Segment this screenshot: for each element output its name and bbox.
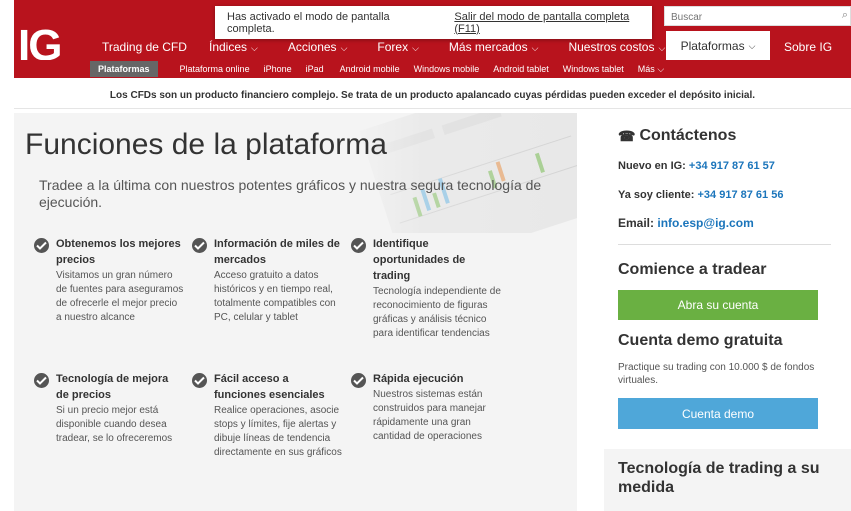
tech-promo: Tecnología de trading a su medida (604, 449, 851, 511)
subnav-item-plataforma-online[interactable]: Plataforma online (180, 64, 250, 74)
open-account-button[interactable]: Abra su cuenta (618, 290, 818, 320)
subnav-item-android-mobile[interactable]: Android mobile (340, 64, 400, 74)
check-circle-icon (351, 238, 366, 253)
feature-title: Tecnología de mejora de precios (56, 373, 169, 401)
feature-item: Información de miles de mercados Acceso … (192, 236, 342, 325)
subnav-more-label: Más (637, 63, 655, 74)
demo-heading: Cuenta demo gratuita (618, 332, 783, 349)
chevron-down-icon: ⌵ (748, 40, 756, 51)
fullscreen-notice: Has activado el modo de pantalla complet… (215, 6, 652, 39)
sidebar-divider (618, 244, 831, 245)
page-subtitle: Tradee a la última con nuestros potentes… (39, 177, 542, 210)
nav-label: Más mercados (448, 40, 528, 54)
feature-description: Si un precio mejor está disponible cuand… (56, 405, 173, 444)
chevron-down-icon: ⌵ (658, 43, 666, 53)
feature-item: Tecnología de mejora de precios Si un pr… (34, 371, 184, 446)
nav-label: Plataformas (680, 39, 745, 53)
feature-description: Realice operaciones, asocie stops y lími… (214, 405, 342, 458)
contact-email-label: Email: (618, 216, 655, 230)
tech-heading: Tecnología de trading a su medida (618, 460, 820, 496)
contact-title: Contáctenos (639, 127, 737, 144)
subnav-item-android-tablet[interactable]: Android tablet (493, 64, 549, 74)
check-circle-icon (34, 373, 49, 388)
main-content: Funciones de la plataforma Tradee a la ú… (14, 113, 577, 511)
feature-description: Nuestros sistemas están construidos para… (373, 389, 486, 442)
nav-item-plataformas[interactable]: Plataformas ⌵ (666, 31, 770, 61)
contact-heading: ☎ Contáctenos (618, 127, 736, 145)
feature-item: Obtenemos los mejores precios Visitamos … (34, 236, 184, 325)
feature-description: Visitamos un gran número de fuentes para… (56, 270, 184, 323)
contact-email-link[interactable]: info.esp@ig.com (657, 216, 753, 230)
chevron-down-icon: ⌵ (340, 43, 348, 53)
subnav: Plataformas Plataforma online iPhone iPa… (14, 60, 664, 78)
contact-new: Nuevo en IG: +34 917 87 61 57 (618, 160, 775, 172)
feature-item: Identifique oportunidades de trading Tec… (351, 236, 501, 341)
contact-email: Email: info.esp@ig.com (618, 216, 754, 230)
feature-description: Tecnología independiente de reconocimien… (373, 286, 501, 339)
subnav-item-windows-mobile[interactable]: Windows mobile (414, 64, 480, 74)
exit-fullscreen-link[interactable]: Salir del modo de pantalla completa (F11… (454, 11, 652, 35)
page: IG Trading de CFD Índices ⌵ Acciones ⌵ For… (14, 0, 851, 511)
contact-client-phone-link[interactable]: +34 917 87 61 56 (698, 189, 784, 201)
fullscreen-message: Has activado el modo de pantalla complet… (227, 10, 390, 35)
subnav-item-iphone[interactable]: iPhone (264, 64, 292, 74)
subnav-item-mas[interactable]: Más ⌵ (638, 64, 664, 75)
feature-title: Fácil acceso a funciones esenciales (214, 373, 325, 401)
feature-item: Fácil acceso a funciones esenciales Real… (192, 371, 342, 460)
feature-description: Acceso gratuito a datos históricos y en … (214, 270, 336, 323)
search-icon[interactable]: ⌕ (842, 9, 848, 22)
nav-label: Índices (209, 40, 248, 54)
feature-item: Rápida ejecución Nuestros sistemas están… (351, 371, 501, 444)
check-circle-icon (34, 238, 49, 253)
feature-title: Rápida ejecución (373, 373, 464, 385)
contact-client: Ya soy cliente: +34 917 87 61 56 (618, 189, 783, 201)
nav-label: Forex (377, 40, 409, 54)
sidebar: ☎ Contáctenos Nuevo en IG: +34 917 87 61… (604, 113, 851, 511)
check-circle-icon (192, 373, 207, 388)
demo-account-button[interactable]: Cuenta demo (618, 398, 818, 429)
subnav-item-plataformas[interactable]: Plataformas (90, 61, 158, 77)
chevron-down-icon: ⌵ (657, 63, 665, 74)
demo-description: Practique su trading con 10.000 $ de fon… (618, 362, 815, 386)
start-trading-heading: Comience a tradear (618, 261, 767, 278)
check-circle-icon (192, 238, 207, 253)
subnav-item-windows-tablet[interactable]: Windows tablet (563, 64, 624, 74)
risk-disclaimer: Los CFDs son un producto financiero comp… (14, 84, 851, 109)
contact-new-phone-link[interactable]: +34 917 87 61 57 (689, 160, 775, 172)
brand-link[interactable]: Trading de CFD (102, 40, 187, 54)
contact-client-label: Ya soy cliente: (618, 189, 695, 201)
feature-title: Identifique oportunidades de trading (373, 238, 466, 282)
contact-new-label: Nuevo en IG: (618, 160, 686, 172)
check-circle-icon (351, 373, 366, 388)
feature-title: Obtenemos los mejores precios (56, 238, 181, 266)
search-box[interactable]: ⌕ (664, 6, 851, 27)
nav-item-sobre-ig[interactable]: Sobre IG (784, 40, 832, 54)
chevron-down-icon: ⌵ (531, 43, 539, 53)
nav-label: Nuestros costos (568, 40, 655, 54)
feature-title: Información de miles de mercados (214, 238, 340, 266)
chevron-down-icon: ⌵ (412, 43, 419, 53)
page-title: Funciones de la plataforma (25, 128, 387, 161)
search-input[interactable] (669, 8, 823, 27)
nav-label: Acciones (287, 40, 337, 54)
phone-icon: ☎ (618, 127, 636, 144)
chevron-down-icon: ⌵ (251, 43, 258, 53)
subnav-item-ipad[interactable]: iPad (306, 64, 324, 74)
